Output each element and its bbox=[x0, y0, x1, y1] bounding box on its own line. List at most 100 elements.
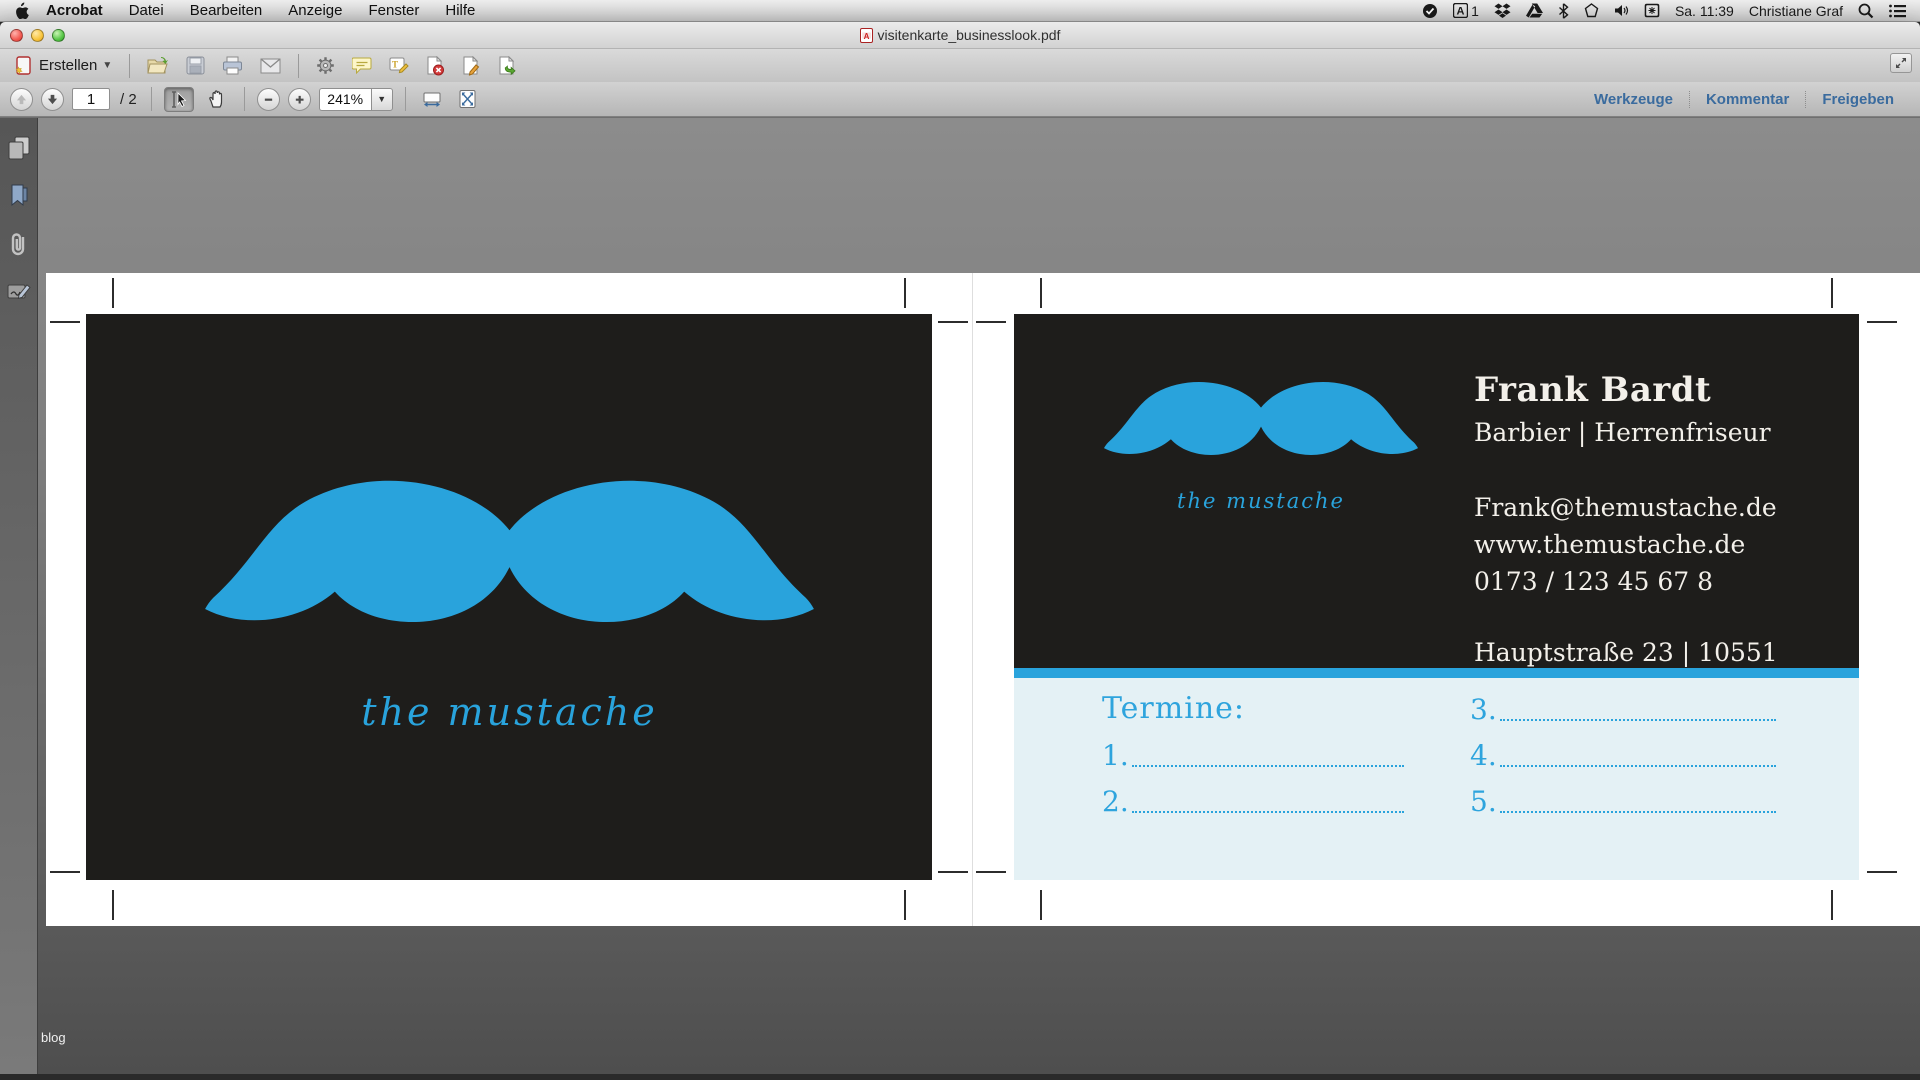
document-view: the mustache the mustache Frank Bardt Ba… bbox=[0, 118, 1920, 1074]
menu-clock[interactable]: Sa. 11:39 bbox=[1675, 3, 1734, 19]
bluetooth-icon[interactable] bbox=[1558, 3, 1569, 19]
crop-mark bbox=[112, 278, 114, 308]
email-button[interactable] bbox=[256, 56, 285, 76]
crop-mark bbox=[1867, 321, 1897, 323]
notification-center-icon[interactable] bbox=[1889, 4, 1906, 18]
crop-mark bbox=[1831, 278, 1833, 308]
appointment-line bbox=[1132, 811, 1404, 813]
brand-name: the mustache bbox=[1177, 489, 1345, 513]
acrobat-window: A visitenkarte_businesslook.pdf Erstelle… bbox=[0, 22, 1920, 1074]
comment-panel-link[interactable]: Kommentar bbox=[1689, 91, 1805, 108]
document-canvas[interactable]: the mustache the mustache Frank Bardt Ba… bbox=[38, 118, 1920, 1074]
signatures-icon[interactable] bbox=[7, 280, 31, 304]
toolbar-divider bbox=[298, 54, 299, 78]
appointment-number: 1. bbox=[1102, 739, 1129, 772]
contact-name: Frank Bardt bbox=[1474, 370, 1844, 410]
crop-mark bbox=[904, 890, 906, 920]
zoom-in-button[interactable] bbox=[288, 88, 311, 111]
page-number-input[interactable] bbox=[72, 88, 110, 110]
input-source-count: 1 bbox=[1471, 3, 1479, 19]
preferences-gear-button[interactable] bbox=[312, 54, 339, 77]
create-pdf-button[interactable]: Erstellen ▼ bbox=[10, 54, 116, 78]
crop-mark bbox=[976, 871, 1006, 873]
spotlight-icon[interactable] bbox=[1858, 3, 1874, 19]
fit-page-button[interactable] bbox=[454, 87, 481, 111]
crop-mark bbox=[50, 321, 80, 323]
appointment-line bbox=[1500, 765, 1776, 767]
contact-website: www.themustache.de bbox=[1474, 526, 1844, 563]
zoom-level-select[interactable]: 241% ▼ bbox=[319, 88, 393, 111]
close-button[interactable] bbox=[10, 29, 23, 42]
open-file-button[interactable] bbox=[143, 54, 173, 77]
print-button[interactable] bbox=[218, 54, 247, 77]
appointments-label: Termine: bbox=[1102, 691, 1245, 726]
create-pdf-icon bbox=[14, 56, 34, 76]
menu-hilfe[interactable]: Hilfe bbox=[432, 0, 488, 22]
tools-panel-link[interactable]: Werkzeuge bbox=[1578, 91, 1689, 108]
google-drive-icon[interactable] bbox=[1526, 3, 1543, 18]
input-source-icon[interactable]: A 1 bbox=[1453, 3, 1479, 19]
svg-text:A: A bbox=[863, 32, 869, 41]
next-page-button[interactable] bbox=[41, 88, 64, 111]
character-viewer-icon[interactable] bbox=[1644, 3, 1660, 18]
crop-mark bbox=[976, 321, 1006, 323]
appointment-number: 5. bbox=[1470, 785, 1497, 818]
window-title-bar[interactable]: A visitenkarte_businesslook.pdf bbox=[0, 22, 1920, 49]
menu-fenster[interactable]: Fenster bbox=[356, 0, 433, 22]
document-delete-button[interactable] bbox=[422, 54, 449, 78]
hand-tool-button[interactable] bbox=[202, 87, 232, 112]
window-title: visitenkarte_businesslook.pdf bbox=[878, 27, 1061, 43]
crop-mark bbox=[112, 890, 114, 920]
document-sign-button[interactable] bbox=[458, 54, 485, 78]
appointment-line bbox=[1500, 811, 1776, 813]
appointment-number: 3. bbox=[1470, 693, 1497, 726]
menu-anzeige[interactable]: Anzeige bbox=[275, 0, 355, 22]
airport-icon[interactable] bbox=[1584, 3, 1599, 18]
menu-bar: Acrobat Datei Bearbeiten Anzeige Fenster… bbox=[0, 0, 1920, 22]
crop-mark bbox=[938, 321, 968, 323]
menu-acrobat[interactable]: Acrobat bbox=[33, 0, 116, 22]
fit-width-button[interactable] bbox=[418, 88, 446, 110]
menu-bearbeiten[interactable]: Bearbeiten bbox=[177, 0, 276, 22]
comment-bubble-button[interactable] bbox=[348, 55, 376, 77]
appointment-line bbox=[1132, 765, 1404, 767]
crop-mark bbox=[50, 871, 80, 873]
toolbar-divider bbox=[244, 87, 245, 111]
menu-datei[interactable]: Datei bbox=[116, 0, 177, 22]
main-toolbar: Erstellen ▼ T bbox=[0, 49, 1920, 82]
bookmarks-icon[interactable] bbox=[7, 184, 31, 208]
zoom-out-button[interactable] bbox=[257, 88, 280, 111]
overlay-text: blog bbox=[41, 1030, 66, 1045]
navigation-pane bbox=[0, 118, 38, 1074]
toolbar-divider bbox=[405, 87, 406, 111]
chevron-down-icon[interactable]: ▼ bbox=[371, 88, 393, 111]
contact-email: Frank@themustache.de bbox=[1474, 489, 1844, 526]
task-check-icon[interactable] bbox=[1422, 3, 1438, 19]
share-panel-link[interactable]: Freigeben bbox=[1805, 91, 1910, 108]
save-file-button[interactable] bbox=[182, 54, 209, 77]
crop-mark bbox=[1867, 871, 1897, 873]
svg-text:T: T bbox=[392, 60, 398, 70]
crop-mark bbox=[904, 278, 906, 308]
minimize-button[interactable] bbox=[31, 29, 44, 42]
previous-page-button[interactable] bbox=[10, 88, 33, 111]
page-thumbnails-icon[interactable] bbox=[7, 136, 31, 160]
appointment-line bbox=[1500, 719, 1776, 721]
toolbar-expand-button[interactable] bbox=[1890, 53, 1912, 73]
user-menu[interactable]: Christiane Graf bbox=[1749, 3, 1843, 19]
mustache-logo-icon bbox=[202, 469, 817, 659]
crop-mark bbox=[1040, 278, 1042, 308]
appointment-number: 2. bbox=[1102, 785, 1129, 818]
chevron-down-icon: ▼ bbox=[102, 60, 112, 71]
volume-icon[interactable] bbox=[1614, 3, 1629, 18]
zoom-level-value: 241% bbox=[319, 88, 371, 111]
attachments-icon[interactable] bbox=[7, 232, 31, 256]
text-annotation-button[interactable]: T bbox=[385, 54, 413, 77]
toolbar-divider bbox=[129, 54, 130, 78]
dropbox-icon[interactable] bbox=[1494, 3, 1511, 19]
select-tool-button[interactable] bbox=[164, 87, 194, 112]
apple-icon[interactable] bbox=[14, 2, 29, 19]
screen: Acrobat Datei Bearbeiten Anzeige Fenster… bbox=[0, 0, 1920, 1080]
document-export-button[interactable] bbox=[494, 54, 521, 78]
zoom-window-button[interactable] bbox=[52, 29, 65, 42]
